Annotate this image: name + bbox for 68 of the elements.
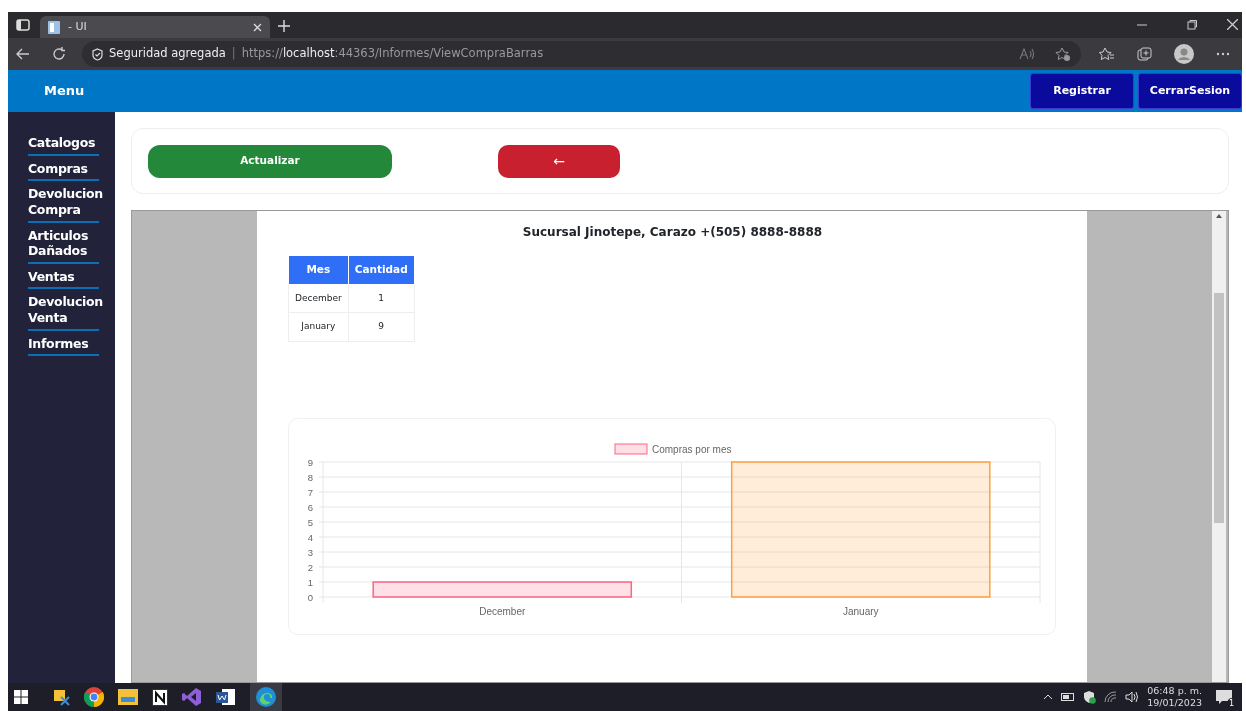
- edge-browser-icon[interactable]: [256, 687, 276, 707]
- table-cell: 9: [348, 312, 415, 342]
- axis-tick-label: 7: [307, 486, 313, 498]
- menu-title: Menu: [44, 82, 85, 101]
- collections-icon[interactable]: [1137, 46, 1152, 62]
- notification-icon[interactable]: [1216, 689, 1232, 705]
- page-icon: [48, 20, 60, 34]
- nav-button[interactable]: Registrar: [1030, 73, 1134, 109]
- separator: |: [231, 45, 236, 63]
- axis-category-label: January: [842, 605, 879, 617]
- scrollbar[interactable]: [1212, 211, 1226, 682]
- sidebar-item[interactable]: Catalogos: [28, 132, 99, 156]
- new-tab-icon[interactable]: [278, 20, 290, 32]
- security-label: Seguridad agregada: [109, 45, 226, 63]
- windows-start-icon[interactable]: [14, 690, 28, 704]
- table-cell: January: [288, 312, 349, 342]
- shield-check-icon[interactable]: [1083, 690, 1097, 704]
- chrome-icon[interactable]: [84, 687, 104, 707]
- axis-tick-label: 5: [307, 516, 313, 528]
- axis-tick-label: 1: [307, 576, 313, 588]
- snipping-tool-icon[interactable]: [52, 688, 70, 706]
- axis-tick-label: 0: [307, 591, 313, 603]
- restore-icon[interactable]: [1187, 20, 1197, 30]
- axis-tick-label: 4: [307, 531, 313, 543]
- legend-label: Compras por mes: [652, 443, 732, 455]
- axis-tick-label: 8: [307, 471, 313, 483]
- shield-icon: [92, 47, 103, 61]
- read-aloud-icon[interactable]: [1019, 48, 1035, 60]
- axis-tick-label: 6: [307, 501, 313, 513]
- browser-tab[interactable]: - UI: [40, 16, 270, 38]
- favorites-icon[interactable]: [1099, 47, 1115, 61]
- axis-category-label: December: [479, 605, 526, 617]
- column-header: Mes: [288, 255, 349, 285]
- sidebar-item[interactable]: Compras: [28, 157, 99, 182]
- axis-tick-label: 9: [307, 456, 313, 468]
- url-text: https://localhost:44363/Informes/ViewCompraBarras: [241, 45, 544, 63]
- notebook-icon[interactable]: [152, 688, 168, 706]
- battery-icon[interactable]: [1061, 693, 1076, 701]
- favorite-add-icon[interactable]: [1055, 47, 1071, 61]
- more-icon[interactable]: [1216, 52, 1230, 56]
- chart-legend: [614, 443, 648, 455]
- speaker-icon[interactable]: [1125, 691, 1140, 703]
- wifi-icon[interactable]: [1104, 691, 1118, 703]
- profile-avatar-icon[interactable]: [1174, 44, 1194, 64]
- back-icon[interactable]: [16, 48, 30, 60]
- document-app-icon[interactable]: [216, 688, 236, 706]
- sidebar-item[interactable]: Informes: [28, 332, 99, 357]
- column-header: Cantidad: [348, 255, 415, 285]
- axis-tick-label: 3: [307, 546, 313, 558]
- axis-tick-label: 2: [307, 561, 313, 573]
- clock-time[interactable]: 06:48 p. m.: [1147, 684, 1202, 697]
- sidebar-item[interactable]: Ventas: [28, 265, 99, 290]
- refresh-button[interactable]: Actualizar: [148, 144, 392, 178]
- close-icon[interactable]: [1227, 19, 1238, 30]
- table-cell: 1: [348, 284, 415, 313]
- nav-button[interactable]: CerrarSesion: [1138, 73, 1242, 109]
- report-title: Sucursal Jinotepe, Carazo +(505) 8888-8888: [521, 224, 824, 241]
- reload-icon[interactable]: [52, 47, 66, 61]
- infinity-ribbon-icon[interactable]: [182, 687, 202, 707]
- table-cell: December: [288, 284, 349, 313]
- address-bar[interactable]: Seguridad agregada | https://localhost:44363/Informes/ViewCompraBarras: [82, 41, 1081, 67]
- chevron-up-icon[interactable]: [1043, 694, 1054, 700]
- tab-title: - UI: [68, 18, 87, 35]
- clock-date[interactable]: 19/01/2023: [1147, 697, 1202, 710]
- tab-actions-icon[interactable]: [16, 19, 30, 31]
- back-button[interactable]: ←: [498, 144, 620, 178]
- close-icon[interactable]: [253, 22, 262, 32]
- sidebar-item[interactable]: Articulos Dañados: [28, 224, 99, 264]
